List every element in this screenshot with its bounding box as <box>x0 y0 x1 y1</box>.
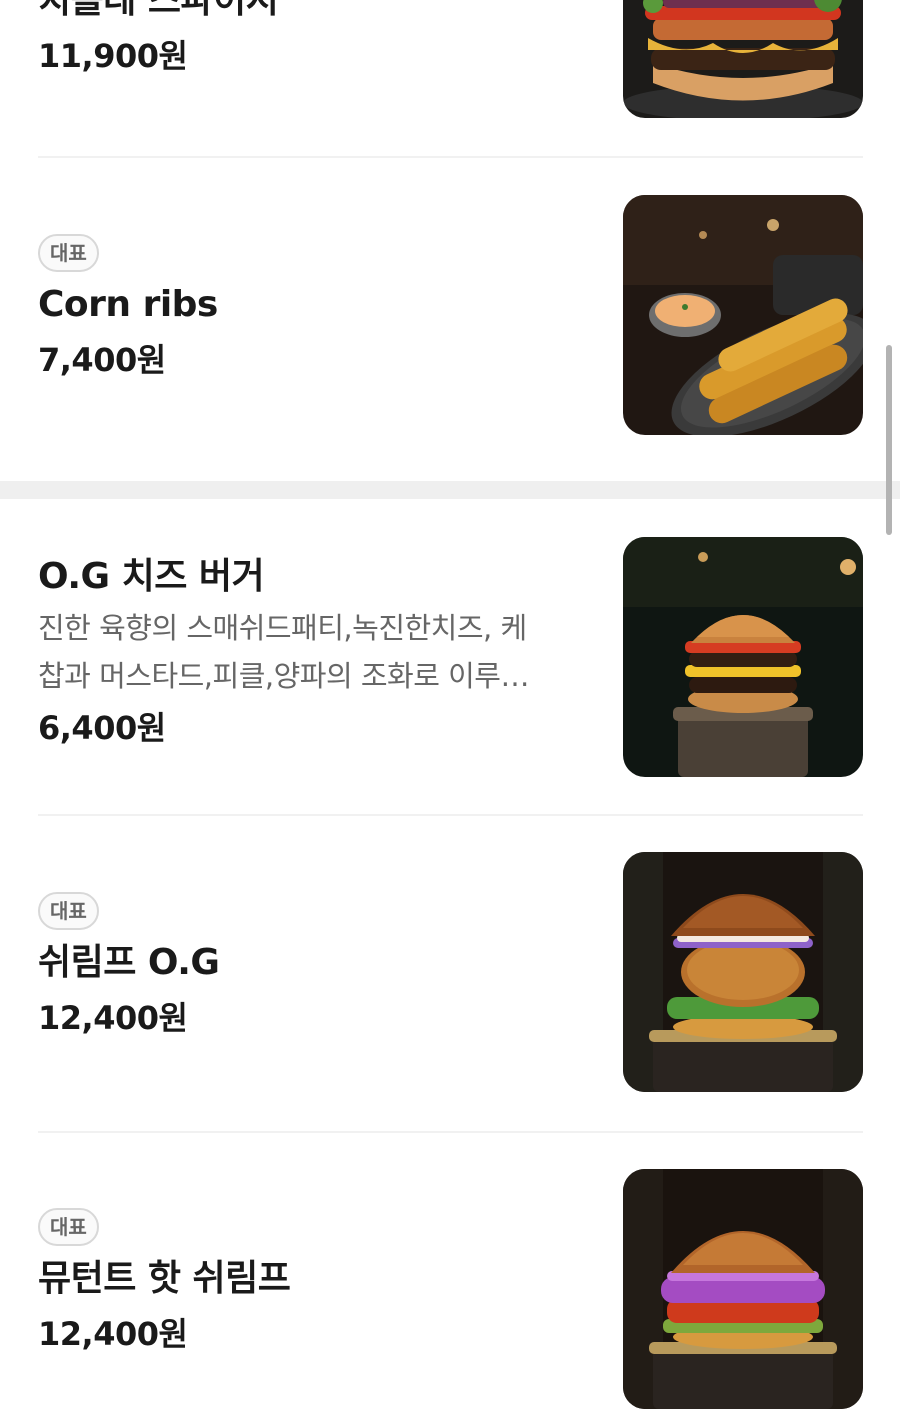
item-price: 12,400원 <box>38 999 188 1037</box>
shrimp-burger-photo-icon <box>623 852 863 1092</box>
item-name: 뮤턴트 핫 쉬림프 <box>38 1258 291 1299</box>
item-image[interactable] <box>623 1169 863 1409</box>
item-description-line: 찹과 머스타드,피클,양파의 조화로 이루… <box>38 659 529 693</box>
burger-photo-icon <box>623 0 863 118</box>
menu-item-og-cheese-burger[interactable]: O.G 치즈 버거 진한 육향의 스매쉬드패티,녹진한치즈, 케 찹과 머스타드… <box>0 499 900 814</box>
item-name: Corn ribs <box>38 284 218 325</box>
hot-shrimp-burger-photo-icon <box>623 1169 863 1409</box>
signature-badge: 대표 <box>38 234 99 272</box>
menu-item-shrimp-og[interactable]: 대표 쉬림프 O.G 12,400원 <box>0 816 900 1131</box>
menu-item-chipotle-spicy[interactable]: 치폴레 스파이시 11,900원 <box>0 0 900 157</box>
section-separator <box>0 481 900 499</box>
menu-item-corn-ribs[interactable]: 대표 Corn ribs 7,400원 <box>0 158 900 480</box>
item-price: 11,900원 <box>38 37 188 75</box>
item-image[interactable] <box>623 0 863 118</box>
item-name: 치폴레 스파이시 <box>38 0 279 21</box>
item-name: O.G 치즈 버거 <box>38 556 265 597</box>
item-description-line: 진한 육향의 스매쉬드패티,녹진한치즈, 케 <box>38 611 527 645</box>
signature-badge: 대표 <box>38 1208 99 1246</box>
cheeseburger-photo-icon <box>623 537 863 777</box>
menu-item-mutant-hot-shrimp[interactable]: 대표 뮤턴트 핫 쉬림프 12,400원 <box>0 1133 900 1415</box>
item-image[interactable] <box>623 852 863 1092</box>
corn-ribs-photo-icon <box>623 195 863 435</box>
item-description: 진한 육향의 스매쉬드패티,녹진한치즈, 케 찹과 머스타드,피클,양파의 조화… <box>38 604 598 700</box>
item-image[interactable] <box>623 537 863 777</box>
signature-badge: 대표 <box>38 892 99 930</box>
scrollbar-thumb[interactable] <box>886 345 892 535</box>
item-image[interactable] <box>623 195 863 435</box>
item-price: 12,400원 <box>38 1315 188 1353</box>
item-price: 6,400원 <box>38 709 166 747</box>
item-price: 7,400원 <box>38 341 166 379</box>
item-name: 쉬림프 O.G <box>38 942 220 983</box>
